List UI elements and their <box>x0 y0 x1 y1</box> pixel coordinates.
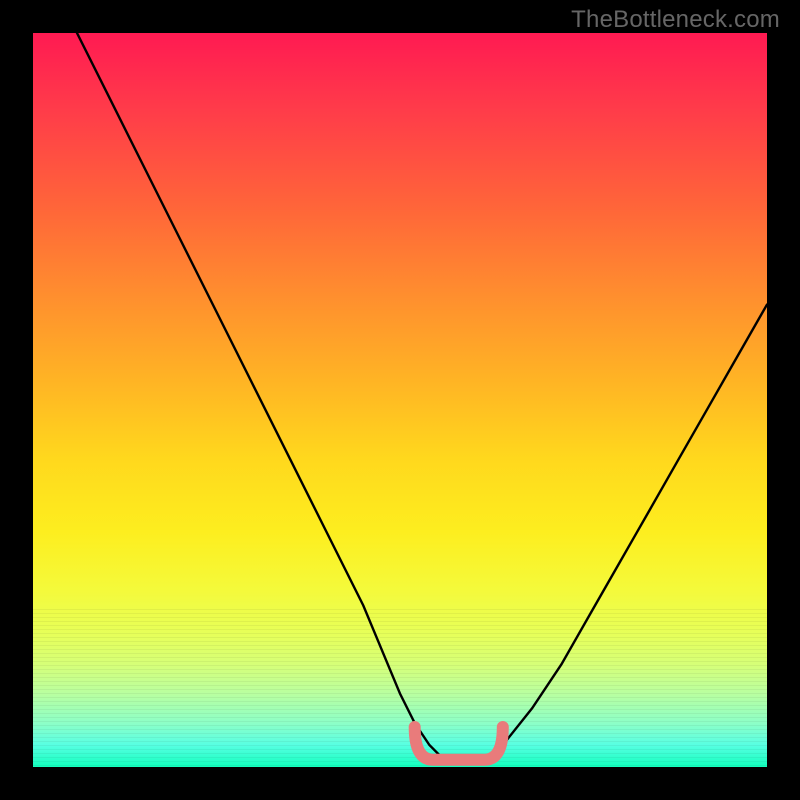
watermark-label: TheBottleneck.com <box>571 6 780 34</box>
plot-area <box>33 33 767 767</box>
bottleneck-curve <box>77 33 767 760</box>
curve-layer <box>33 33 767 767</box>
chart-frame: TheBottleneck.com <box>0 0 800 800</box>
